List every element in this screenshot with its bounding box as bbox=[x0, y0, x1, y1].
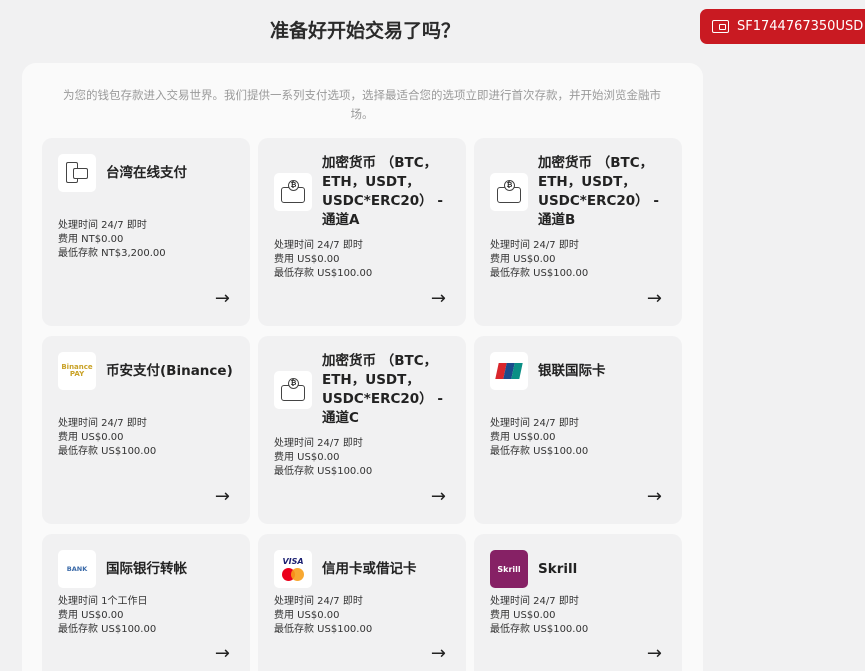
wallet-icon bbox=[712, 20, 729, 33]
processing-time: 处理时间 24/7 即时 bbox=[490, 418, 579, 429]
intro-text: 为您的钱包存款进入交易世界。我们提供一系列支付选项，选择最适合您的选项立即进行首… bbox=[63, 88, 661, 121]
arrow-right-icon[interactable]: → bbox=[215, 488, 230, 506]
fee: 费用 US$0.00 bbox=[58, 610, 124, 621]
card-title: 币安支付(Binance) bbox=[106, 362, 233, 379]
payment-method-card-taiwan-online[interactable]: 台湾在线支付 处理时间 24/7 即时 费用 NT$0.00 最低存款 NT$3… bbox=[42, 138, 250, 326]
arrow-right-icon[interactable]: → bbox=[431, 488, 446, 506]
crypto-wallet-icon: ₿ bbox=[274, 173, 312, 211]
processing-time: 处理时间 24/7 即时 bbox=[274, 596, 363, 607]
processing-time: 处理时间 24/7 即时 bbox=[58, 418, 147, 429]
arrow-right-icon[interactable]: → bbox=[647, 488, 662, 506]
fee: 费用 US$0.00 bbox=[490, 610, 556, 621]
card-title: 加密货币 （BTC，ETH，USDT，USDC*ERC20） - 通道C bbox=[322, 353, 443, 426]
account-id: SF1744767350USD bbox=[737, 19, 864, 34]
account-badge[interactable]: SF1744767350USD bbox=[700, 9, 865, 44]
payment-method-card-crypto-b[interactable]: ₿ 加密货币 （BTC，ETH，USDT，USDC*ERC20） - 通道B 处… bbox=[474, 138, 682, 326]
minimum-deposit: 最低存款 US$100.00 bbox=[274, 624, 373, 635]
card-title: 信用卡或借记卡 bbox=[322, 560, 417, 577]
arrow-right-icon[interactable]: → bbox=[431, 645, 446, 663]
payment-method-card-crypto-c[interactable]: ₿ 加密货币 （BTC，ETH，USDT，USDC*ERC20） - 通道C 处… bbox=[258, 336, 466, 524]
fee: 费用 US$0.00 bbox=[490, 432, 556, 443]
payment-method-card-crypto-a[interactable]: ₿ 加密货币 （BTC，ETH，USDT，USDC*ERC20） - 通道A 处… bbox=[258, 138, 466, 326]
arrow-right-icon[interactable]: → bbox=[647, 645, 662, 663]
minimum-deposit: 最低存款 US$100.00 bbox=[58, 446, 157, 457]
fee: 费用 NT$0.00 bbox=[58, 234, 124, 245]
card-title: Skrill bbox=[538, 560, 578, 577]
minimum-deposit: 最低存款 NT$3,200.00 bbox=[58, 248, 166, 259]
crypto-wallet-icon: ₿ bbox=[274, 371, 312, 409]
minimum-deposit: 最低存款 US$100.00 bbox=[274, 466, 373, 477]
processing-time: 处理时间 24/7 即时 bbox=[490, 596, 579, 607]
payment-method-card-bank-transfer[interactable]: BANK 国际银行转帐 处理时间 1个工作日 费用 US$0.00 最低存款 U… bbox=[42, 534, 250, 671]
card-title: 加密货币 （BTC，ETH，USDT，USDC*ERC20） - 通道A bbox=[322, 155, 443, 228]
card-title: 银联国际卡 bbox=[538, 362, 606, 379]
card-title: 台湾在线支付 bbox=[106, 164, 187, 181]
minimum-deposit: 最低存款 US$100.00 bbox=[490, 624, 589, 635]
bank-transfer-icon: BANK bbox=[58, 550, 96, 588]
fee: 费用 US$0.00 bbox=[274, 254, 340, 265]
payment-method-card-skrill[interactable]: Skrill Skrill 处理时间 24/7 即时 费用 US$0.00 最低… bbox=[474, 534, 682, 671]
fee: 费用 US$0.00 bbox=[58, 432, 124, 443]
processing-time: 处理时间 24/7 即时 bbox=[274, 438, 363, 449]
fee: 费用 US$0.00 bbox=[274, 452, 340, 463]
fee: 费用 US$0.00 bbox=[490, 254, 556, 265]
arrow-right-icon[interactable]: → bbox=[215, 645, 230, 663]
minimum-deposit: 最低存款 US$100.00 bbox=[490, 446, 589, 457]
unionpay-icon bbox=[490, 352, 528, 390]
card-title: 加密货币 （BTC，ETH，USDT，USDC*ERC20） - 通道B bbox=[538, 155, 659, 228]
card-title: 国际银行转帐 bbox=[106, 560, 187, 577]
payment-method-card-binance[interactable]: Binance PAY 币安支付(Binance) 处理时间 24/7 即时 费… bbox=[42, 336, 250, 524]
arrow-right-icon[interactable]: → bbox=[431, 290, 446, 308]
processing-time: 处理时间 24/7 即时 bbox=[490, 240, 579, 251]
arrow-right-icon[interactable]: → bbox=[215, 290, 230, 308]
arrow-right-icon[interactable]: → bbox=[647, 290, 662, 308]
page-title: 准备好开始交易了吗？ bbox=[269, 20, 460, 42]
payment-method-card-unionpay[interactable]: 银联国际卡 处理时间 24/7 即时 费用 US$0.00 最低存款 US$10… bbox=[474, 336, 682, 524]
skrill-icon: Skrill bbox=[490, 550, 528, 588]
mobile-wallet-icon bbox=[58, 154, 96, 192]
processing-time: 处理时间 24/7 即时 bbox=[58, 220, 147, 231]
binance-pay-icon: Binance PAY bbox=[58, 352, 96, 390]
minimum-deposit: 最低存款 US$100.00 bbox=[490, 268, 589, 279]
processing-time: 处理时间 24/7 即时 bbox=[274, 240, 363, 251]
visa-mastercard-icon: VISA bbox=[274, 550, 312, 588]
payment-method-card-credit-card[interactable]: VISA 信用卡或借记卡 处理时间 24/7 即时 费用 US$0.00 最低存… bbox=[258, 534, 466, 671]
minimum-deposit: 最低存款 US$100.00 bbox=[274, 268, 373, 279]
minimum-deposit: 最低存款 US$100.00 bbox=[58, 624, 157, 635]
processing-time: 处理时间 1个工作日 bbox=[58, 596, 148, 607]
fee: 费用 US$0.00 bbox=[274, 610, 340, 621]
crypto-wallet-icon: ₿ bbox=[490, 173, 528, 211]
